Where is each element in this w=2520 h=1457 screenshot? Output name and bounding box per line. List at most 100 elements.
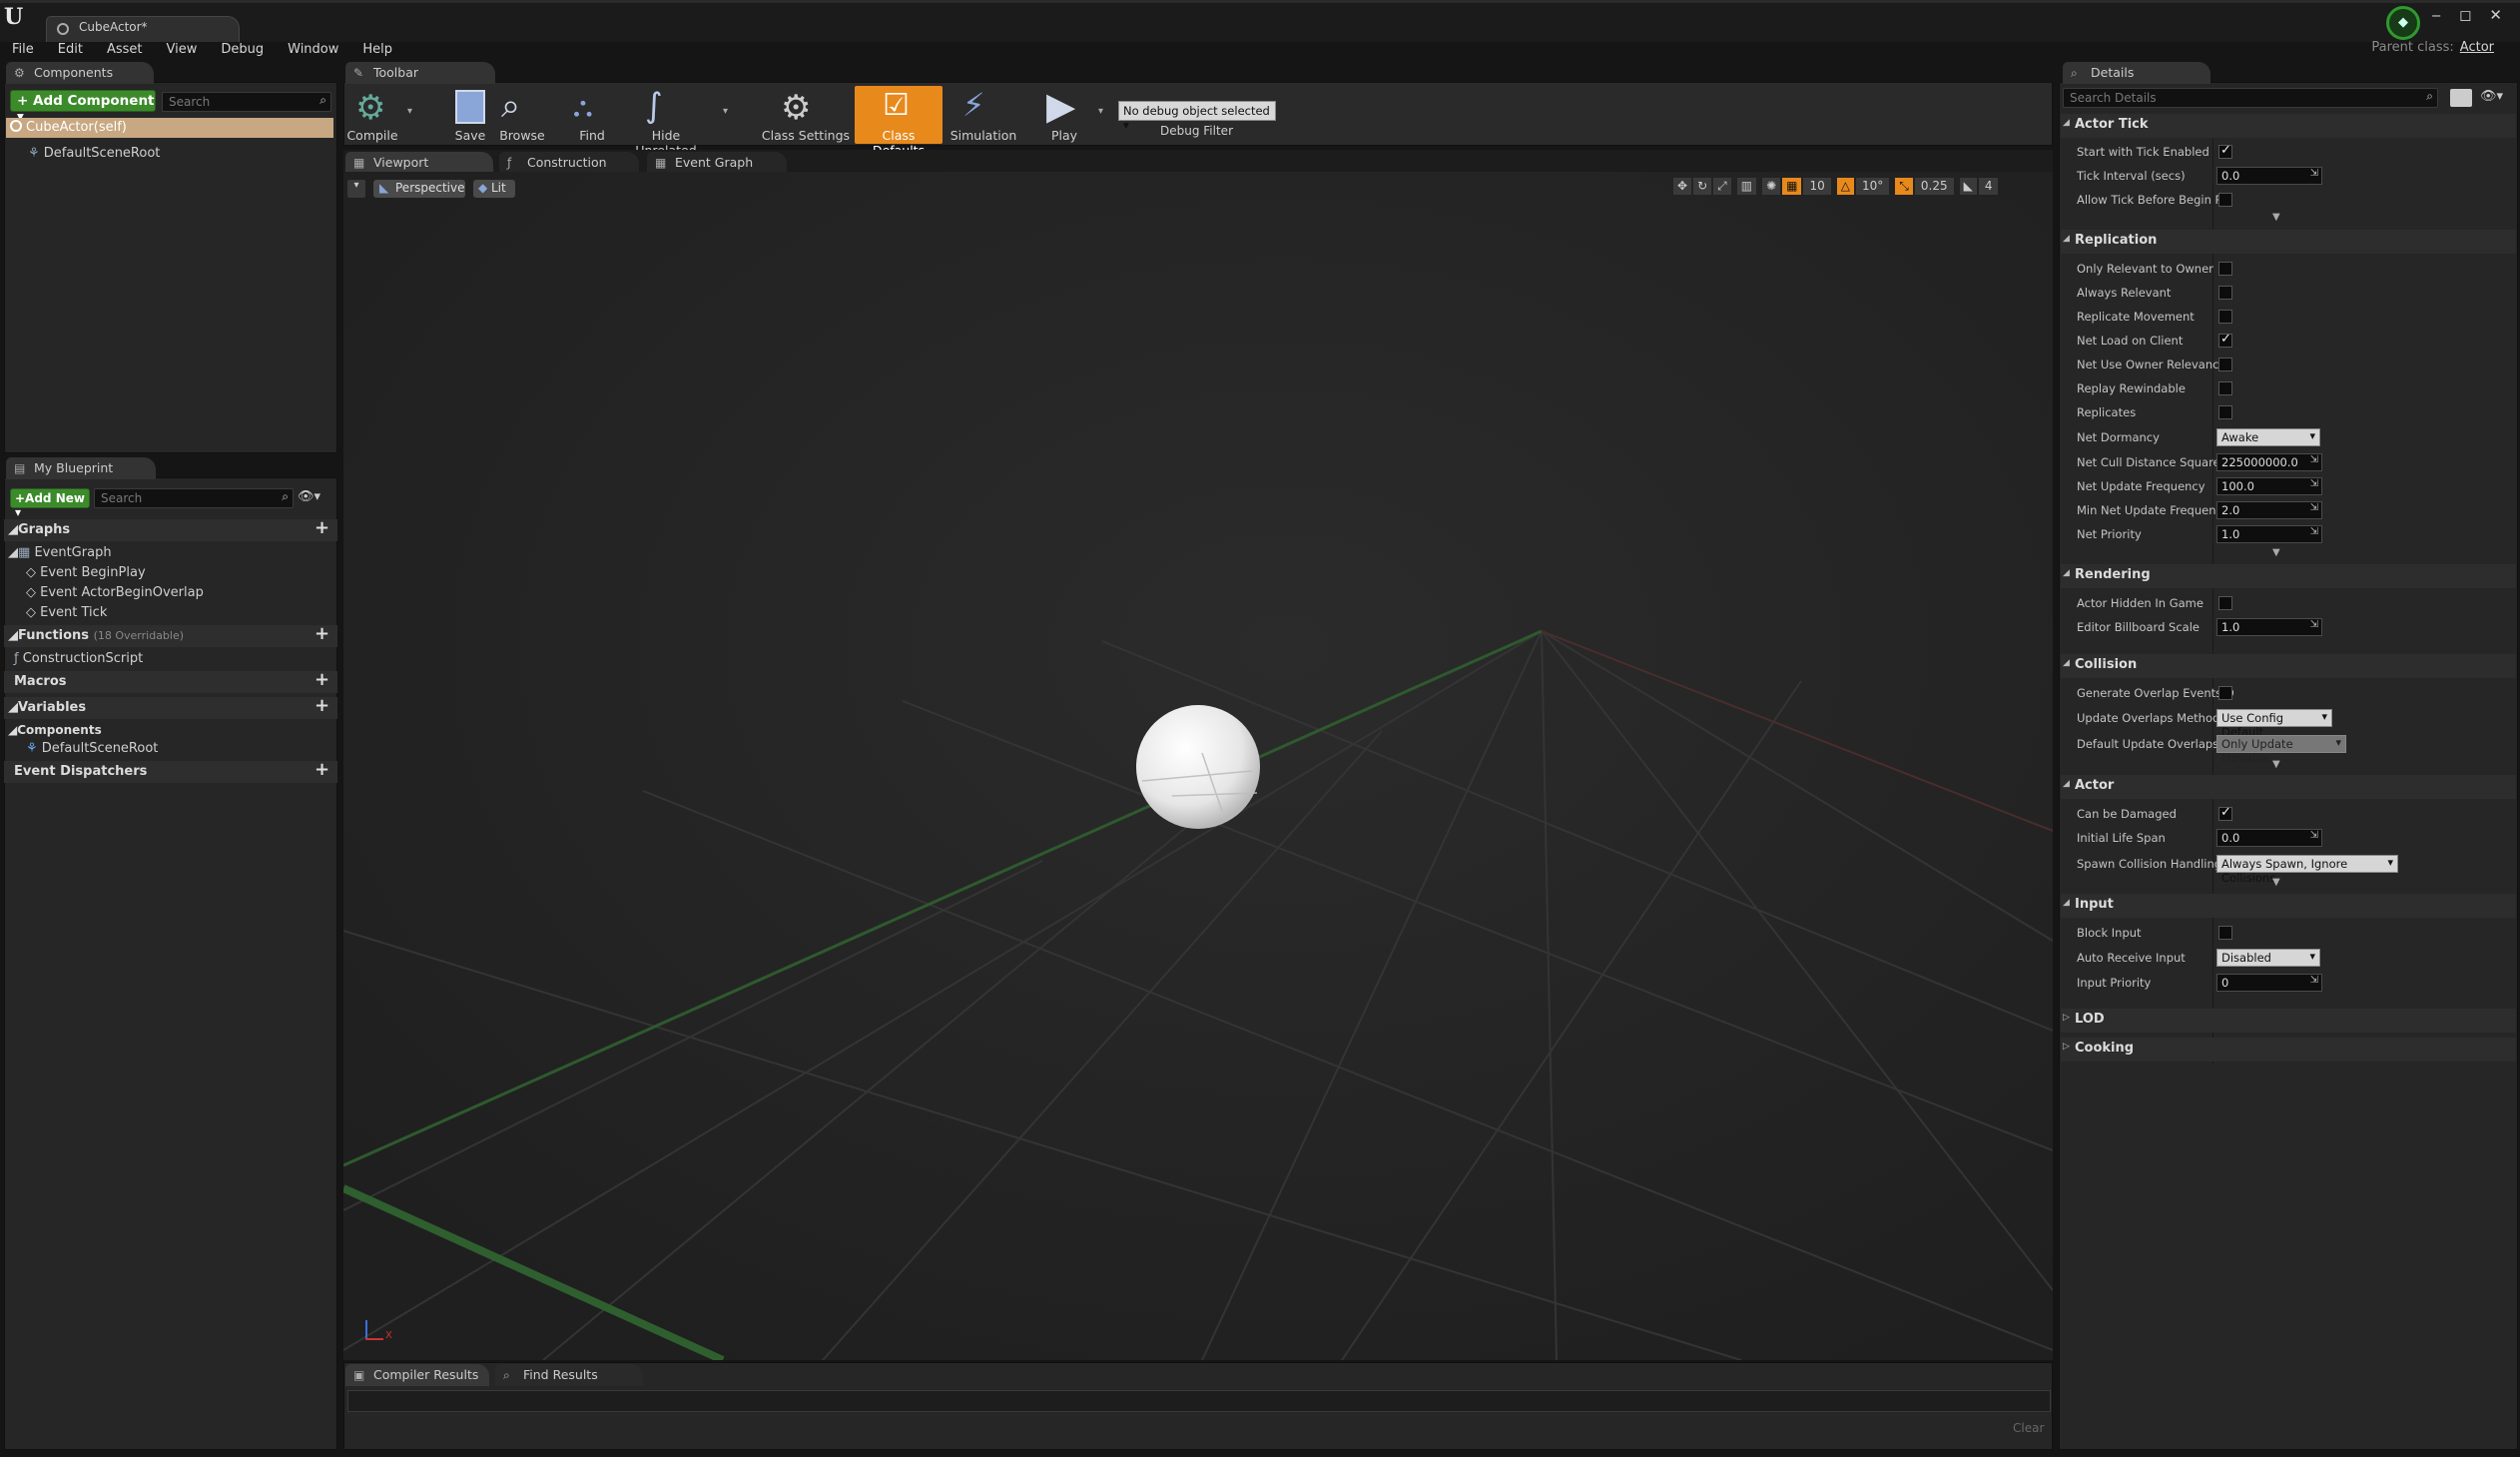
tab-compiler-results[interactable]: ▣ Compiler Results: [345, 1364, 489, 1386]
perspective-button[interactable]: ◣ Perspective: [373, 180, 465, 198]
menu-file[interactable]: File: [12, 42, 34, 62]
debug-object-select[interactable]: No debug object selected ▾: [1118, 101, 1276, 132]
simulation-button[interactable]: Simulation: [948, 128, 1018, 143]
play-icon[interactable]: ▶: [1046, 84, 1075, 128]
advanced-expand-icon[interactable]: ▼: [2272, 547, 2280, 558]
section-lod[interactable]: LOD: [2061, 1009, 2516, 1033]
compile-icon[interactable]: ⚙: [355, 88, 385, 128]
advanced-expand-icon[interactable]: ▼: [2272, 212, 2280, 223]
class-settings-button[interactable]: Class Settings: [761, 128, 851, 143]
menu-edit[interactable]: Edit: [58, 42, 83, 62]
replay-rewind-checkbox[interactable]: [2218, 381, 2232, 395]
find-icon[interactable]: ⛬: [573, 90, 593, 124]
tab-construction-script[interactable]: ƒConstruction Scrip: [499, 152, 639, 185]
save-icon[interactable]: [455, 90, 485, 124]
translate-icon[interactable]: ✥: [1673, 178, 1692, 195]
macros-label[interactable]: Macros: [14, 674, 67, 689]
hide-unrelated-chevron-icon[interactable]: ▾: [723, 106, 728, 117]
menu-debug[interactable]: Debug: [221, 42, 264, 62]
component-child-item[interactable]: ⚘ DefaultSceneRoot: [28, 146, 160, 161]
replicates-checkbox[interactable]: [2218, 405, 2232, 419]
tab-viewport[interactable]: ▦ Viewport: [345, 152, 493, 174]
rotation-snap-icon[interactable]: △: [1836, 178, 1854, 195]
add-component-button[interactable]: + Add Component ▾: [10, 90, 156, 125]
section-replication[interactable]: Replication: [2061, 230, 2516, 254]
section-collision[interactable]: Collision: [2061, 654, 2516, 678]
tab-event-graph[interactable]: ▦ Event Graph: [647, 152, 787, 174]
replicate-movement-checkbox[interactable]: [2218, 310, 2232, 324]
clear-button[interactable]: Clear: [2013, 1421, 2044, 1435]
update-overlap-select[interactable]: Use Config Default: [2216, 709, 2332, 739]
net-load-checkbox[interactable]: [2218, 332, 2232, 348]
net-cull-input[interactable]: 225000000.0: [2216, 453, 2322, 471]
property-matrix-icon[interactable]: [2450, 89, 2472, 107]
camera-speed-icon[interactable]: ◣: [1959, 178, 1977, 195]
compile-button[interactable]: Compile: [345, 128, 399, 143]
input-priority-input[interactable]: 0: [2216, 974, 2322, 992]
compile-options-chevron-icon[interactable]: ▾: [407, 106, 412, 117]
rotate-icon[interactable]: ↻: [1693, 178, 1712, 195]
scale-icon[interactable]: ⤢: [1713, 178, 1731, 195]
blueprint-search-input[interactable]: Search ⌕: [94, 488, 294, 508]
maximize-button[interactable]: ◻: [2459, 6, 2471, 24]
event-item[interactable]: ◇ Event BeginPlay: [26, 565, 146, 580]
default-update-overlap-select[interactable]: Only Update Movable: [2216, 735, 2346, 765]
section-input[interactable]: Input: [2061, 894, 2516, 918]
grid-snap-icon[interactable]: ▦: [1782, 178, 1802, 195]
scale-snap-icon[interactable]: ⤡: [1895, 178, 1913, 195]
viewport-options-chevron-icon[interactable]: ▾: [347, 180, 365, 198]
browse-icon[interactable]: ⌕: [501, 86, 520, 126]
net-use-owner-checkbox[interactable]: [2218, 358, 2232, 371]
viewport[interactable]: ▾ ◣ Perspective ◆ Lit ✥ ↻ ⤢ ▥ ✺ ▦ 10 △ 10°…: [343, 172, 2053, 1360]
camera-speed-value[interactable]: 4: [1978, 178, 1999, 195]
tab-components[interactable]: ⚙ Components: [6, 62, 154, 84]
hidden-in-game-checkbox[interactable]: [2218, 596, 2232, 610]
simulation-icon[interactable]: ⚡: [962, 86, 984, 124]
net-priority-input[interactable]: 1.0: [2216, 525, 2322, 543]
add-function-icon[interactable]: +: [315, 623, 329, 644]
tab-details[interactable]: ⌕ Details: [2063, 62, 2210, 84]
allow-tick-checkbox[interactable]: [2218, 193, 2232, 207]
event-item[interactable]: ◇ Event ActorBeginOverlap: [26, 585, 204, 600]
life-span-input[interactable]: 0.0: [2216, 829, 2322, 847]
close-button[interactable]: ✕: [2489, 6, 2502, 24]
browse-button[interactable]: Browse: [497, 128, 547, 143]
parent-class-link[interactable]: Actor: [2460, 40, 2494, 55]
net-dormancy-select[interactable]: Awake: [2216, 428, 2320, 446]
event-item[interactable]: ◇ Event Tick: [26, 605, 107, 620]
advanced-expand-icon[interactable]: ▼: [2272, 877, 2280, 888]
menu-help[interactable]: Help: [362, 42, 392, 62]
min-net-update-input[interactable]: 2.0: [2216, 501, 2322, 519]
class-settings-icon[interactable]: ⚙: [781, 88, 811, 128]
gen-overlap-checkbox[interactable]: [2218, 686, 2232, 700]
tab-find-results[interactable]: ⌕ Find Results: [495, 1364, 643, 1386]
hide-unrelated-icon[interactable]: ∫: [645, 86, 663, 126]
event-dispatchers-label[interactable]: Event Dispatchers: [14, 764, 147, 779]
add-graph-icon[interactable]: +: [315, 517, 329, 538]
unreal-logo-icon[interactable]: U: [4, 4, 28, 32]
net-update-input[interactable]: 100.0: [2216, 477, 2322, 495]
add-variable-icon[interactable]: +: [315, 695, 329, 716]
minimize-button[interactable]: ‒: [2431, 6, 2441, 24]
find-button[interactable]: Find: [567, 128, 617, 143]
grid-snap-value[interactable]: 10: [1803, 178, 1831, 195]
component-variable-item[interactable]: ⚘ DefaultSceneRoot: [26, 741, 158, 756]
block-input-checkbox[interactable]: [2218, 926, 2232, 940]
spawn-collision-select[interactable]: Always Spawn, Ignore Collisions: [2216, 855, 2398, 885]
section-rendering[interactable]: Rendering: [2061, 564, 2516, 588]
advanced-expand-icon[interactable]: ▼: [2272, 759, 2280, 770]
tab-toolbar[interactable]: ✎ Toolbar: [345, 62, 495, 84]
play-options-chevron-icon[interactable]: ▾: [1098, 106, 1103, 117]
play-button[interactable]: Play: [1042, 128, 1086, 143]
can-be-damaged-checkbox[interactable]: [2218, 805, 2232, 821]
auto-receive-select[interactable]: Disabled: [2216, 949, 2320, 967]
menu-view[interactable]: View: [167, 42, 198, 62]
event-graph-item[interactable]: ◢▦ EventGraph: [8, 545, 112, 560]
tab-my-blueprint[interactable]: ▤ My Blueprint: [6, 457, 156, 479]
details-search-input[interactable]: Search Details ⌕: [2063, 88, 2438, 108]
construction-script-item[interactable]: ƒ ConstructionScript: [14, 651, 143, 666]
world-local-icon[interactable]: ✺: [1762, 178, 1781, 195]
components-var-label[interactable]: ◢Components: [8, 723, 102, 737]
document-tab[interactable]: CubeActor*: [46, 16, 240, 42]
start-tick-checkbox[interactable]: [2218, 143, 2232, 159]
